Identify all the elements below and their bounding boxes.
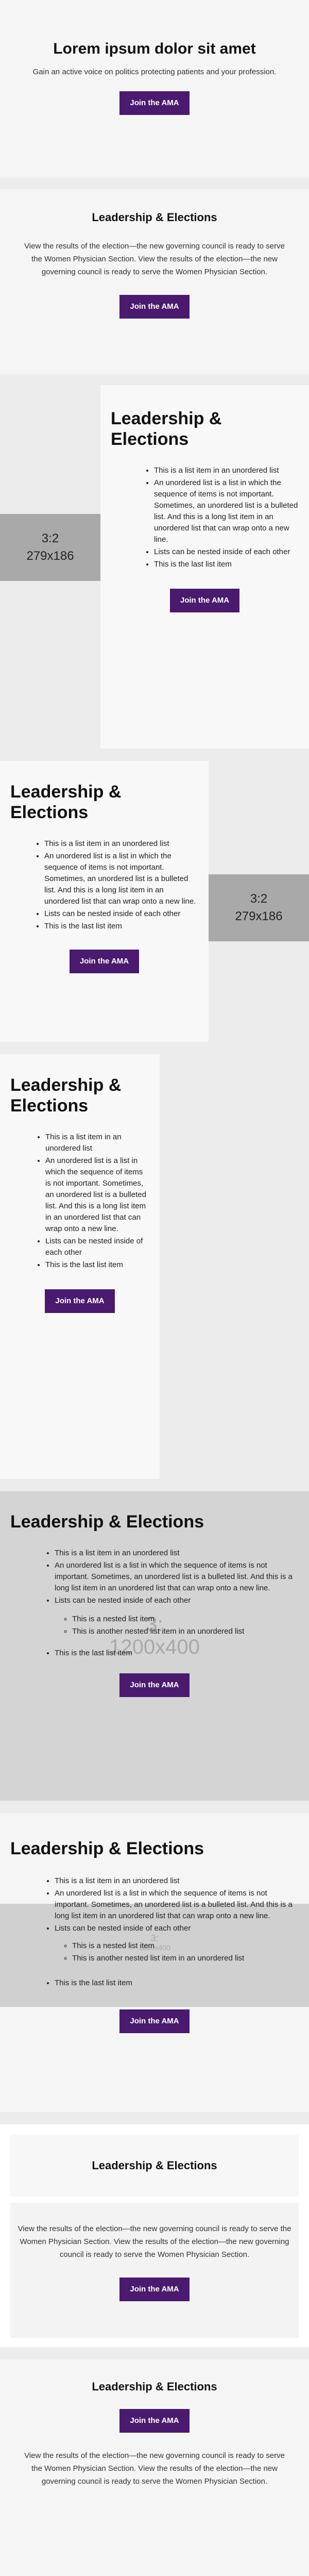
divider (0, 2347, 309, 2359)
list-item: This is a list item in an unordered list (55, 1548, 299, 1559)
join-ama-button[interactable]: Join the AMA (69, 950, 140, 973)
list-item: This is the last list item (45, 1259, 149, 1271)
section-heading: Leadership & Elections (92, 2380, 217, 2393)
join-ama-button[interactable]: Join the AMA (45, 1289, 115, 1313)
list-item: An unordered list is a list in which the… (55, 1888, 299, 1922)
boxed-text-panel: View the results of the election—the new… (10, 2203, 299, 2338)
join-ama-button[interactable]: Join the AMA (119, 91, 190, 115)
narrow-list-section: Leadership & Elections This is a list it… (0, 1054, 309, 1479)
media-left-section: 3:2 279x186 Leadership & Elections This … (0, 385, 309, 749)
section-heading: Leadership & Elections (10, 1075, 122, 1116)
join-ama-button[interactable]: Join the AMA (119, 1673, 190, 1697)
nested-list: This is a nested list item This is anoth… (55, 1614, 299, 1637)
bulleted-list: This is a list item in an unordered list… (10, 838, 198, 932)
list-item: This is the last list item (44, 921, 198, 932)
list-item: An unordered list is a list in which the… (55, 1560, 299, 1594)
media-right-section: Leadership & Elections This is a list it… (0, 761, 309, 1042)
hero-text: Gain an active voice on politics protect… (32, 68, 277, 76)
background-overlay-content: Leadership & Elections This is a list it… (0, 1491, 309, 1697)
image-ratio: 3:2 (41, 531, 59, 545)
bulleted-list: This is a list item in an unordered list… (10, 1132, 149, 1271)
bulleted-list: This is a list item in an unordered list… (10, 1548, 299, 1659)
background-image-section: 3: 1200x400 Leadership & Elections This … (0, 1491, 309, 1801)
divider (0, 374, 309, 385)
join-ama-button[interactable]: Join the AMA (119, 295, 190, 319)
divider (0, 1479, 309, 1491)
bulleted-list: This is a list item in an unordered list… (111, 465, 299, 570)
text-column: Leadership & Elections This is a list it… (0, 761, 209, 1042)
divider (0, 1801, 309, 1813)
list-item: Lists can be nested inside of each other (45, 1236, 149, 1258)
nested-list-item: This is a nested list item (72, 1614, 299, 1625)
list-item: An unordered list is a list in which the… (45, 1155, 149, 1235)
nested-list: This is a nested list item This is anoth… (55, 1940, 299, 1964)
boxed-heading-panel: Leadership & Elections (10, 2135, 299, 2197)
join-ama-button[interactable]: Join the AMA (119, 2009, 190, 2033)
media-column: 3:2 279x186 (209, 761, 309, 1042)
join-ama-button[interactable]: Join the AMA (169, 589, 240, 612)
list-item: Lists can be nested inside of each other… (55, 1595, 299, 1637)
text-column: Leadership & Elections This is a list it… (100, 385, 309, 749)
image-size: 279x186 (235, 909, 283, 923)
media-column (160, 1054, 309, 1479)
image-size: 279x186 (26, 549, 74, 563)
section-heading: Leadership & Elections (92, 211, 217, 224)
list-item: This is the last list item (55, 1977, 299, 1989)
join-ama-button[interactable]: Join the AMA (119, 2278, 190, 2301)
divider (0, 178, 309, 189)
hero-section: Lorem ipsum dolor sit amet Gain an activ… (0, 0, 309, 178)
section-text: View the results of the election—the new… (24, 2451, 285, 2486)
list-item-text: Lists can be nested inside of each other (55, 1924, 191, 1933)
leadership-centered-section: Leadership & Elections View the results … (0, 189, 309, 374)
list-item: This is a list item in an unordered list (55, 1875, 299, 1887)
list-item: This is a list item in an unordered list (44, 838, 198, 850)
section-heading: Leadership & Elections (10, 1512, 204, 1532)
nested-list-item: This is another nested list item in an u… (72, 1953, 299, 1964)
section-heading: Leadership & Elections (10, 1839, 204, 1858)
list-item: This is a list item in an unordered list (154, 465, 299, 476)
bulleted-list: This is a list item in an unordered list… (10, 1875, 299, 1989)
list-item: An unordered list is a list in which the… (154, 477, 299, 545)
section-heading: Leadership & Elections (92, 2159, 217, 2172)
section-heading: Leadership & Elections (10, 782, 122, 822)
nested-list-item: This is a nested list item (72, 1940, 299, 1952)
list-item: An unordered list is a list in which the… (44, 851, 198, 907)
background-overlay-content: Leadership & Elections This is a list it… (0, 1813, 309, 2033)
bottom-section: Leadership & Elections Join the AMA View… (0, 2359, 309, 2576)
list-item-text: Lists can be nested inside of each other (55, 1596, 191, 1605)
image-placeholder: 3:2 279x186 (0, 514, 100, 581)
list-item: Lists can be nested inside of each other (44, 908, 198, 920)
divider (0, 1042, 309, 1054)
image-placeholder: 3:2 279x186 (209, 874, 309, 941)
divider (0, 749, 309, 761)
list-item: This is the last list item (154, 559, 299, 570)
hero-title: Lorem ipsum dolor sit amet (53, 40, 256, 57)
background-band-section: 3: 1200x400 Leadership & Elections This … (0, 1813, 309, 2112)
section-heading: Leadership & Elections (111, 409, 222, 449)
section-text: View the results of the election—the new… (24, 242, 285, 276)
boxed-section: Leadership & Elections View the results … (0, 2124, 309, 2347)
list-item: This is the last list item (55, 1648, 299, 1659)
image-ratio: 3:2 (250, 892, 268, 906)
divider (0, 2112, 309, 2124)
section-text: View the results of the election—the new… (18, 2224, 291, 2259)
text-column: Leadership & Elections This is a list it… (0, 1054, 160, 1479)
list-item: This is a list item in an unordered list (45, 1132, 149, 1154)
list-item: Lists can be nested inside of each other… (55, 1923, 299, 1964)
nested-list-item: This is another nested list item in an u… (72, 1626, 299, 1637)
list-item: Lists can be nested inside of each other (154, 546, 299, 558)
join-ama-button[interactable]: Join the AMA (119, 2409, 190, 2433)
media-column: 3:2 279x186 (0, 385, 100, 749)
